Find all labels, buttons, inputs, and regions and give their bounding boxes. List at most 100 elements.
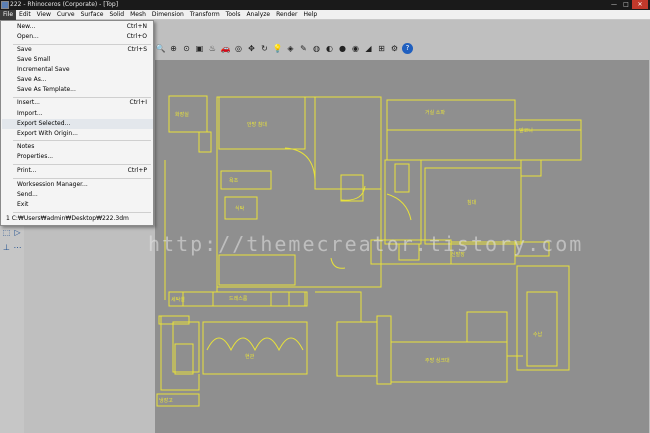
camera-icon[interactable]: ◎ xyxy=(233,43,244,54)
close-button[interactable]: ✕ xyxy=(632,0,648,9)
zoom-icon[interactable]: 🔍 xyxy=(155,43,166,54)
wall-rect xyxy=(394,163,410,193)
material-icon[interactable]: ◐ xyxy=(324,43,335,54)
door-arc xyxy=(330,257,346,269)
menu-item-label: Properties... xyxy=(17,153,54,160)
color-icon[interactable]: ◍ xyxy=(311,43,322,54)
floorplan-label: 발코니 xyxy=(519,127,533,134)
menu-item-save[interactable]: Save Ctrl+S xyxy=(2,45,153,55)
dimension-tool-icon[interactable]: ⊥ xyxy=(1,242,12,253)
menu-analyze[interactable]: Analyze xyxy=(243,10,273,20)
menu-item-worksession-manager[interactable]: Worksession Manager... xyxy=(2,180,153,190)
minimize-button[interactable]: — xyxy=(608,0,620,9)
floorplan-label: 현관 xyxy=(245,353,255,360)
floorplan-label: 거실 소파 xyxy=(425,109,445,116)
menu-separator xyxy=(13,212,151,213)
menu-item-label: Import... xyxy=(17,110,43,117)
menu-item-import[interactable]: Import... xyxy=(2,109,153,119)
grid-icon[interactable]: ⊞ xyxy=(376,43,387,54)
floorplan-label: 세탁실 xyxy=(171,296,185,303)
menu-item-label: Save xyxy=(17,46,32,53)
menu-item-save-as-template[interactable]: Save As Template... xyxy=(2,85,153,95)
array-tool-icon[interactable]: ⋯ xyxy=(12,242,23,253)
wall-rect xyxy=(288,291,306,307)
render-icon[interactable]: ♨ xyxy=(207,43,218,54)
menu-item-exit[interactable]: Exit xyxy=(2,200,153,210)
watermark: http://themecreator.tistory.com xyxy=(148,232,584,256)
menu-item-shortcut: Ctrl+S xyxy=(127,46,147,53)
menu-help[interactable]: Help xyxy=(300,10,320,20)
menu-item-label: Export Selected... xyxy=(17,120,71,127)
menu-edit[interactable]: Edit xyxy=(16,10,34,20)
menu-solid[interactable]: Solid xyxy=(106,10,127,20)
pan-icon[interactable]: ✥ xyxy=(246,43,257,54)
menu-item-properties[interactable]: Properties... xyxy=(2,152,153,162)
wall-rect xyxy=(202,321,308,375)
menu-item-label: Send... xyxy=(17,191,38,198)
menu-item-save-as[interactable]: Save As... xyxy=(2,75,153,85)
zoom-window-icon[interactable]: ⊕ xyxy=(168,43,179,54)
door-arc xyxy=(340,185,366,201)
menu-item-export-with-origin[interactable]: Export With Origin... xyxy=(2,129,153,139)
left-tool-panel: ⬚ ▷ ⊥ ⋯ xyxy=(0,222,24,433)
menu-curve[interactable]: Curve xyxy=(54,10,78,20)
wall-rect xyxy=(336,321,378,377)
door-arc xyxy=(386,193,412,221)
wall-rect xyxy=(216,96,382,288)
menu-tools[interactable]: Tools xyxy=(223,10,244,20)
menu-item-save-small[interactable]: Save Small xyxy=(2,55,153,65)
mesh-icon[interactable]: ◈ xyxy=(285,43,296,54)
window-title: 222 - Rhinoceros (Corporate) - [Top] xyxy=(10,1,119,8)
wall-rect xyxy=(526,291,558,367)
menu-item-label: Notes xyxy=(17,143,35,150)
menu-item-new[interactable]: New... Ctrl+N xyxy=(2,22,153,32)
menu-transform[interactable]: Transform xyxy=(187,10,223,20)
help-icon[interactable]: ? xyxy=(402,43,413,54)
menu-separator xyxy=(13,140,151,141)
door-arc xyxy=(206,337,304,352)
menu-render[interactable]: Render xyxy=(273,10,300,20)
edit-icon[interactable]: ✎ xyxy=(298,43,309,54)
maximize-button[interactable]: □ xyxy=(620,0,632,9)
pin-icon[interactable]: ◢ xyxy=(363,43,374,54)
floorplan-label: 냉장고 xyxy=(159,397,173,404)
menu-item-label: Open... xyxy=(17,33,39,40)
menu-item-print[interactable]: Print... Ctrl+P xyxy=(2,166,153,176)
zoom-selected-icon[interactable]: ▣ xyxy=(194,43,205,54)
menu-item-label: Worksession Manager... xyxy=(17,181,88,188)
wall-rect xyxy=(218,254,296,286)
menu-item-shortcut: Ctrl+N xyxy=(126,23,147,30)
menu-surface[interactable]: Surface xyxy=(78,10,107,20)
menu-item-incremental-save[interactable]: Incremental Save xyxy=(2,65,153,75)
menu-view[interactable]: View xyxy=(34,10,54,20)
title-bar: 222 - Rhinoceros (Corporate) - [Top] — □… xyxy=(0,0,650,10)
wall-rect xyxy=(182,291,214,307)
floorplan-label: 드레스룸 xyxy=(229,295,248,302)
menu-file[interactable]: File xyxy=(0,10,17,20)
flow-tool-icon[interactable]: ▷ xyxy=(12,227,23,238)
floorplan-label: 욕조 xyxy=(229,178,239,184)
menu-item-export-selected[interactable]: Export Selected... xyxy=(2,119,153,129)
wall-rect xyxy=(198,131,212,153)
menu-item-open[interactable]: Open... Ctrl+O xyxy=(2,32,153,42)
sphere-icon[interactable]: ● xyxy=(337,43,348,54)
floorplan-label: 화장실 xyxy=(175,111,189,118)
menu-item-shortcut: Ctrl+I xyxy=(129,99,147,106)
menu-item-recent-file-1[interactable]: 1 C:₩Users₩admin₩Desktop₩222.3dm xyxy=(2,214,153,224)
menu-item-insert[interactable]: Insert... Ctrl+I xyxy=(2,98,153,108)
menu-item-notes[interactable]: Notes xyxy=(2,142,153,152)
rhino-app-icon[interactable] xyxy=(1,1,9,9)
window-controls: — □ ✕ xyxy=(608,0,648,9)
shade-icon[interactable]: ◉ xyxy=(350,43,361,54)
wall-rect xyxy=(270,291,290,307)
bulb-icon[interactable]: 💡 xyxy=(272,43,283,54)
transform-tool-icon[interactable]: ⬚ xyxy=(1,227,12,238)
menu-item-label: Export With Origin... xyxy=(17,130,78,137)
zoom-extents-icon[interactable]: ⊙ xyxy=(181,43,192,54)
settings-icon[interactable]: ⚙ xyxy=(389,43,400,54)
menu-dimension[interactable]: Dimension xyxy=(149,10,187,20)
menu-item-send[interactable]: Send... xyxy=(2,190,153,200)
menu-mesh[interactable]: Mesh xyxy=(127,10,149,20)
rotate-icon[interactable]: ↻ xyxy=(259,43,270,54)
car-icon[interactable]: 🚗 xyxy=(220,43,231,54)
